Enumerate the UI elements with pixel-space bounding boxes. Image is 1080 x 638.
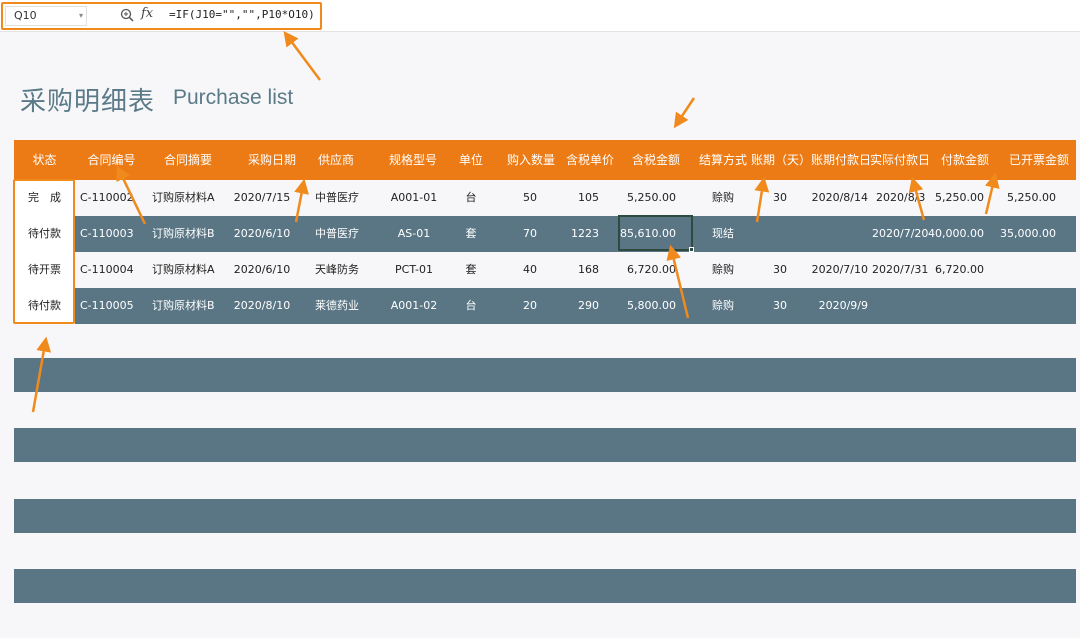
cell-settlement[interactable]: 赊购: [712, 252, 734, 288]
cell-invoiced-amount[interactable]: [994, 252, 1056, 288]
header-invoiced-amount[interactable]: 已开票金额: [1004, 140, 1074, 180]
cell-contract-no[interactable]: C-110003: [80, 216, 134, 252]
status-highlight-box: [13, 179, 75, 324]
header-credit-days[interactable]: 账期（天）: [751, 140, 811, 180]
cell-amount[interactable]: 6,720.00: [614, 252, 676, 288]
cell-amount[interactable]: 5,250.00: [614, 180, 676, 216]
formula-highlight-box: [1, 2, 322, 30]
cell-paid-date[interactable]: 2020/8/3: [876, 180, 925, 216]
cell-supplier[interactable]: 莱德药业: [315, 288, 359, 324]
cell-due-date[interactable]: 2020/8/14: [799, 180, 868, 216]
selected-cell[interactable]: [618, 215, 693, 251]
page-title: 采购明细表: [20, 87, 156, 117]
cell-purchase-date[interactable]: 2020/6/10: [222, 252, 302, 288]
cell-model[interactable]: A001-02: [374, 288, 454, 324]
fill-handle[interactable]: [689, 247, 694, 252]
table-row: C-110003 订购原材料B 2020/6/10 中普医疗 AS-01 套 7…: [14, 216, 1076, 252]
cell-unit[interactable]: 台: [452, 180, 490, 216]
cell-supplier[interactable]: 中普医疗: [315, 216, 359, 252]
cell-summary[interactable]: 订购原材料B: [152, 216, 215, 252]
cell-credit-days[interactable]: 30: [759, 252, 787, 288]
header-settlement[interactable]: 结算方式: [694, 140, 752, 180]
cell-model[interactable]: PCT-01: [374, 252, 454, 288]
header-status[interactable]: 状态: [14, 140, 75, 180]
cell-unit-price[interactable]: 105: [554, 180, 599, 216]
cell-unit[interactable]: 台: [452, 288, 490, 324]
cell-supplier[interactable]: 天峰防务: [315, 252, 359, 288]
header-contract-no[interactable]: 合同编号: [75, 140, 148, 180]
cell-summary[interactable]: 订购原材料B: [152, 288, 215, 324]
cell-quantity[interactable]: 70: [494, 216, 537, 252]
cell-paid-amount[interactable]: [926, 288, 984, 324]
table-header: 状态 合同编号 合同摘要 采购日期 供应商 规格型号 单位 购入数量 含税单价 …: [14, 140, 1076, 180]
cell-settlement[interactable]: 赊购: [712, 180, 734, 216]
cell-contract-no[interactable]: C-110004: [80, 252, 134, 288]
cell-amount[interactable]: 5,800.00: [614, 288, 676, 324]
table-row: C-110005 订购原材料B 2020/8/10 莱德药业 A001-02 台…: [14, 288, 1076, 324]
cell-paid-amount[interactable]: 40,000.00: [926, 216, 984, 252]
cell-credit-days[interactable]: 30: [759, 180, 787, 216]
arrow-annotation: [673, 97, 696, 129]
empty-band-row: [14, 499, 1076, 533]
cell-paid-amount[interactable]: 6,720.00: [926, 252, 984, 288]
cell-contract-no[interactable]: C-110005: [80, 288, 134, 324]
header-unit[interactable]: 单位: [450, 140, 492, 180]
cell-summary[interactable]: 订购原材料A: [152, 252, 215, 288]
cell-model[interactable]: A001-01: [374, 180, 454, 216]
header-unit-price[interactable]: 含税单价: [562, 140, 618, 180]
cell-quantity[interactable]: 40: [494, 252, 537, 288]
cell-unit-price[interactable]: 290: [554, 288, 599, 324]
cell-due-date[interactable]: [799, 216, 868, 252]
cell-purchase-date[interactable]: 2020/7/15: [222, 180, 302, 216]
header-summary[interactable]: 合同摘要: [148, 140, 228, 180]
cell-supplier[interactable]: 中普医疗: [315, 180, 359, 216]
header-amount[interactable]: 含税金额: [628, 140, 684, 180]
cell-credit-days[interactable]: 30: [759, 288, 787, 324]
cell-purchase-date[interactable]: 2020/6/10: [222, 216, 302, 252]
page-subtitle: Purchase list: [173, 86, 294, 109]
cell-due-date[interactable]: 2020/7/10: [799, 252, 868, 288]
cell-model[interactable]: AS-01: [374, 216, 454, 252]
header-supplier[interactable]: 供应商: [306, 140, 366, 180]
cell-invoiced-amount[interactable]: 35,000.00: [994, 216, 1056, 252]
cell-invoiced-amount[interactable]: [994, 288, 1056, 324]
cell-quantity[interactable]: 50: [494, 180, 537, 216]
cell-paid-amount[interactable]: 5,250.00: [926, 180, 984, 216]
cell-invoiced-amount[interactable]: 5,250.00: [994, 180, 1056, 216]
header-quantity[interactable]: 购入数量: [502, 140, 560, 180]
empty-band-row: [14, 358, 1076, 392]
cell-contract-no[interactable]: C-110002: [80, 180, 134, 216]
header-paid-amount[interactable]: 付款金额: [938, 140, 992, 180]
header-paid-date[interactable]: 实际付款日: [870, 140, 930, 180]
cell-unit[interactable]: 套: [452, 252, 490, 288]
header-purchase-date[interactable]: 采购日期: [228, 140, 316, 180]
cell-purchase-date[interactable]: 2020/8/10: [222, 288, 302, 324]
cell-unit-price[interactable]: 168: [554, 252, 599, 288]
cell-summary[interactable]: 订购原材料A: [152, 180, 215, 216]
table-row: C-110002 订购原材料A 2020/7/15 中普医疗 A001-01 台…: [14, 180, 1076, 216]
cell-unit-price[interactable]: 1223: [554, 216, 599, 252]
header-due-date[interactable]: 账期付款日: [811, 140, 871, 180]
table-row: C-110004 订购原材料A 2020/6/10 天峰防务 PCT-01 套 …: [14, 252, 1076, 288]
cell-paid-date[interactable]: 2020/7/31: [872, 252, 928, 288]
cell-settlement[interactable]: 赊购: [712, 288, 734, 324]
header-model[interactable]: 规格型号: [374, 140, 452, 180]
empty-band-row: [14, 569, 1076, 603]
cell-paid-date[interactable]: 2020/7/20: [872, 216, 928, 252]
cell-due-date[interactable]: 2020/9/9: [799, 288, 868, 324]
cell-unit[interactable]: 套: [452, 216, 490, 252]
empty-band-row: [14, 428, 1076, 462]
cell-credit-days[interactable]: [759, 216, 787, 252]
arrow-annotation: [283, 30, 322, 81]
cell-settlement[interactable]: 现结: [712, 216, 734, 252]
cell-quantity[interactable]: 20: [494, 288, 537, 324]
